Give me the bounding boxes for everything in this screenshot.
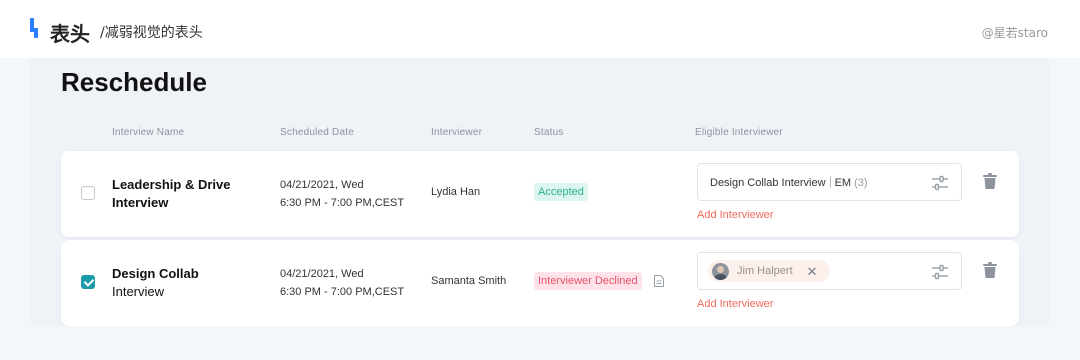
interview-name-line1: Design Collab (112, 266, 199, 281)
column-header-status: Status (534, 127, 564, 138)
scheduled-date-line2: 6:30 PM - 7:00 PM,CEST (280, 197, 405, 209)
table-row: Design Collab Interview 04/21/2021, Wed … (61, 240, 1019, 326)
column-header-interview-name: Interview Name (112, 127, 185, 138)
table-row: Leadership & Drive Interview 04/21/2021,… (61, 151, 1019, 237)
avatar (712, 262, 729, 280)
column-header-scheduled-date: Scheduled Date (280, 127, 354, 138)
add-interviewer-link[interactable]: Add Interviewer (697, 209, 773, 221)
trash-icon[interactable] (983, 262, 997, 278)
row-checkbox[interactable] (81, 186, 95, 200)
chip-name: Jim Halpert (737, 265, 793, 277)
eligible-count: (3) (854, 177, 868, 189)
trash-icon[interactable] (983, 173, 997, 189)
eligible-interviewer-field[interactable]: Jim Halpert ✕ (697, 252, 962, 290)
close-icon[interactable]: ✕ (807, 265, 818, 278)
scheduled-date-line2: 6:30 PM - 7:00 PM,CEST (280, 286, 405, 298)
interviewer-name: Samanta Smith (431, 275, 507, 287)
scheduled-date: 04/21/2021, Wed 6:30 PM - 7:00 PM,CEST (280, 176, 404, 212)
add-interviewer-link[interactable]: Add Interviewer (697, 298, 773, 310)
scheduled-date-line1: 04/21/2021, Wed (280, 268, 364, 280)
interview-name: Leadership & Drive Interview (112, 176, 262, 212)
logo-icon (30, 18, 42, 38)
column-header-interviewer: Interviewer (431, 127, 483, 138)
status-badge: Accepted (534, 183, 588, 201)
scheduled-date: 04/21/2021, Wed 6:30 PM - 7:00 PM,CEST (280, 265, 404, 301)
eligible-interviewer-value: Design Collab Interview EM (3) (710, 176, 868, 189)
document-icon[interactable] (654, 275, 664, 287)
eligible-interview-name: Design Collab Interview (710, 177, 826, 189)
sliders-icon[interactable] (931, 175, 949, 191)
interview-name-line2: Interview (112, 195, 169, 210)
reschedule-panel: Reschedule Interview Name Scheduled Date… (30, 58, 1050, 326)
eligible-interviewer-field[interactable]: Design Collab Interview EM (3) (697, 163, 962, 201)
page-header: 表头 /减弱视觉的表头 @星若staro (0, 0, 1080, 58)
eligible-role: EM (834, 177, 852, 189)
interview-name: Design Collab Interview (112, 265, 262, 301)
row-checkbox[interactable] (81, 275, 95, 289)
interview-name-line1: Leadership & Drive (112, 177, 231, 192)
interviewer-chip: Jim Halpert ✕ (708, 260, 830, 282)
header-credit: @星若staro (981, 26, 1048, 40)
interview-name-line2: Interview (112, 284, 165, 299)
scheduled-date-line1: 04/21/2021, Wed (280, 179, 364, 191)
header-subtitle: /减弱视觉的表头 (100, 25, 203, 41)
page-title: Reschedule (61, 67, 207, 97)
sliders-icon[interactable] (931, 264, 949, 280)
header-title: 表头 (50, 22, 90, 46)
status-badge: Interviewer Declined (534, 272, 642, 290)
interviewer-name: Lydia Han (431, 186, 481, 198)
column-header-eligible-interviewer: Eligible Interviewer (695, 127, 783, 138)
